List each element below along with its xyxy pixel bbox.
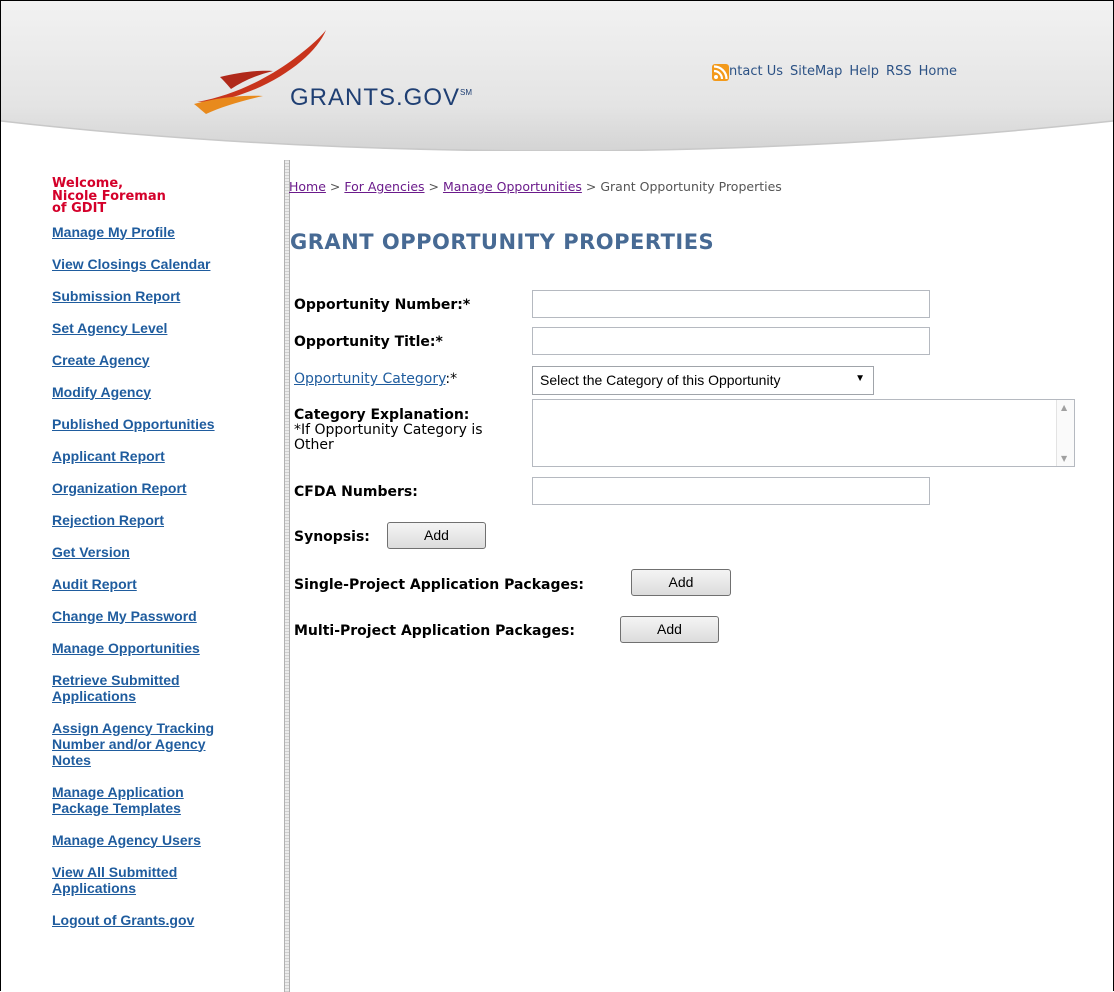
- breadcrumb-separator: >: [428, 179, 439, 194]
- sidebar-item-audit-report[interactable]: Audit Report: [52, 576, 267, 592]
- category-explanation-title: Category Explanation:: [294, 407, 470, 423]
- column-divider: [284, 160, 290, 992]
- welcome-message: Welcome, Nicole Foreman of GDIT: [52, 177, 267, 216]
- sidebar-item-published-opportunities[interactable]: Published Opportunities: [52, 416, 267, 432]
- opportunity-title-label: Opportunity Title:*: [294, 334, 443, 350]
- category-explanation-label: Category Explanation: *If Opportunity Ca…: [294, 408, 483, 453]
- category-explanation-textarea[interactable]: ▲ ▼: [532, 399, 1075, 467]
- cfda-numbers-label: CFDA Numbers:: [294, 484, 418, 500]
- logo-text: GRANTS.GOV: [290, 84, 461, 111]
- chevron-down-icon: ▼: [855, 373, 865, 384]
- sidebar-item-change-my-password[interactable]: Change My Password: [52, 608, 267, 624]
- category-select-value: Select the Category of this Opportunity: [540, 372, 781, 388]
- multi-project-packages-label: Multi-Project Application Packages:: [294, 623, 575, 639]
- logo-service-mark: SM: [460, 88, 473, 97]
- category-explanation-note: *If Opportunity Category is: [294, 422, 483, 438]
- help-link[interactable]: Help: [849, 64, 879, 79]
- sidebar-item-organization-report[interactable]: Organization Report: [52, 480, 267, 496]
- sidebar-item-manage-agency-users[interactable]: Manage Agency Users: [52, 832, 267, 848]
- required-marker: :*: [445, 371, 458, 387]
- breadcrumb: Home > For Agencies > Manage Opportuniti…: [289, 179, 782, 194]
- sidebar-item-modify-agency[interactable]: Modify Agency: [52, 384, 267, 400]
- cfda-numbers-input[interactable]: [532, 477, 930, 505]
- breadcrumb-separator: >: [585, 179, 597, 194]
- scroll-up-icon[interactable]: ▲: [1061, 403, 1067, 412]
- sidebar-item-view-closings-calendar[interactable]: View Closings Calendar: [52, 256, 267, 272]
- breadcrumb-home-link[interactable]: Home: [289, 179, 326, 194]
- sidebar-item-get-version[interactable]: Get Version: [52, 544, 267, 560]
- scroll-down-icon[interactable]: ▼: [1061, 454, 1067, 463]
- rss-icon[interactable]: [712, 64, 729, 81]
- sidebar-item-manage-application-package-templates[interactable]: Manage Application Package Templates: [52, 784, 212, 816]
- grants-logo[interactable]: GRANTS.GOVSM: [290, 84, 472, 112]
- site-header: GRANTS.GOVSM Contact Us SiteMap Help RSS…: [1, 1, 1113, 151]
- synopsis-label: Synopsis:: [294, 529, 370, 545]
- sidebar-item-create-agency[interactable]: Create Agency: [52, 352, 267, 368]
- opportunity-category-help-link[interactable]: Opportunity Category: [294, 371, 445, 387]
- breadcrumb-separator: >: [329, 179, 341, 194]
- page-title: GRANT OPPORTUNITY PROPERTIES: [290, 230, 715, 254]
- breadcrumb-current: Grant Opportunity Properties: [600, 179, 782, 194]
- sidebar-item-retrieve-submitted-applications[interactable]: Retrieve Submitted Applications: [52, 672, 212, 704]
- home-link[interactable]: Home: [919, 64, 957, 79]
- sidebar: Welcome, Nicole Foreman of GDIT Manage M…: [52, 177, 267, 944]
- add-synopsis-button[interactable]: Add: [387, 522, 486, 549]
- top-links: Contact Us SiteMap Help RSS Home: [712, 64, 964, 81]
- sidebar-item-rejection-report[interactable]: Rejection Report: [52, 512, 267, 528]
- breadcrumb-for-agencies-link[interactable]: For Agencies: [344, 179, 424, 194]
- opportunity-category-label: Opportunity Category:*: [294, 371, 457, 387]
- sidebar-nav: Manage My Profile View Closings Calendar…: [52, 224, 267, 928]
- opportunity-title-input[interactable]: [532, 327, 930, 355]
- rss-link[interactable]: RSS: [886, 64, 912, 79]
- opportunity-number-input[interactable]: [532, 290, 930, 318]
- sidebar-item-submission-report[interactable]: Submission Report: [52, 288, 267, 304]
- sidebar-item-logout[interactable]: Logout of Grants.gov: [52, 912, 267, 928]
- sitemap-link[interactable]: SiteMap: [790, 64, 842, 79]
- add-single-project-package-button[interactable]: Add: [631, 569, 731, 596]
- category-explanation-note: Other: [294, 437, 334, 453]
- sidebar-item-applicant-report[interactable]: Applicant Report: [52, 448, 267, 464]
- opportunity-number-label: Opportunity Number:*: [294, 297, 471, 313]
- opportunity-category-select[interactable]: Select the Category of this Opportunity …: [532, 366, 874, 395]
- sidebar-item-set-agency-level[interactable]: Set Agency Level: [52, 320, 267, 336]
- breadcrumb-manage-opportunities-link[interactable]: Manage Opportunities: [443, 179, 582, 194]
- sidebar-item-assign-agency-tracking[interactable]: Assign Agency Tracking Number and/or Age…: [52, 720, 242, 768]
- textarea-scrollbar[interactable]: ▲ ▼: [1056, 400, 1074, 466]
- sidebar-item-manage-my-profile[interactable]: Manage My Profile: [52, 224, 267, 240]
- sidebar-item-manage-opportunities[interactable]: Manage Opportunities: [52, 640, 267, 656]
- welcome-organization: of GDIT: [52, 201, 107, 216]
- sidebar-item-view-all-submitted-applications[interactable]: View All Submitted Applications: [52, 864, 212, 896]
- add-multi-project-package-button[interactable]: Add: [620, 616, 719, 643]
- single-project-packages-label: Single-Project Application Packages:: [294, 577, 584, 593]
